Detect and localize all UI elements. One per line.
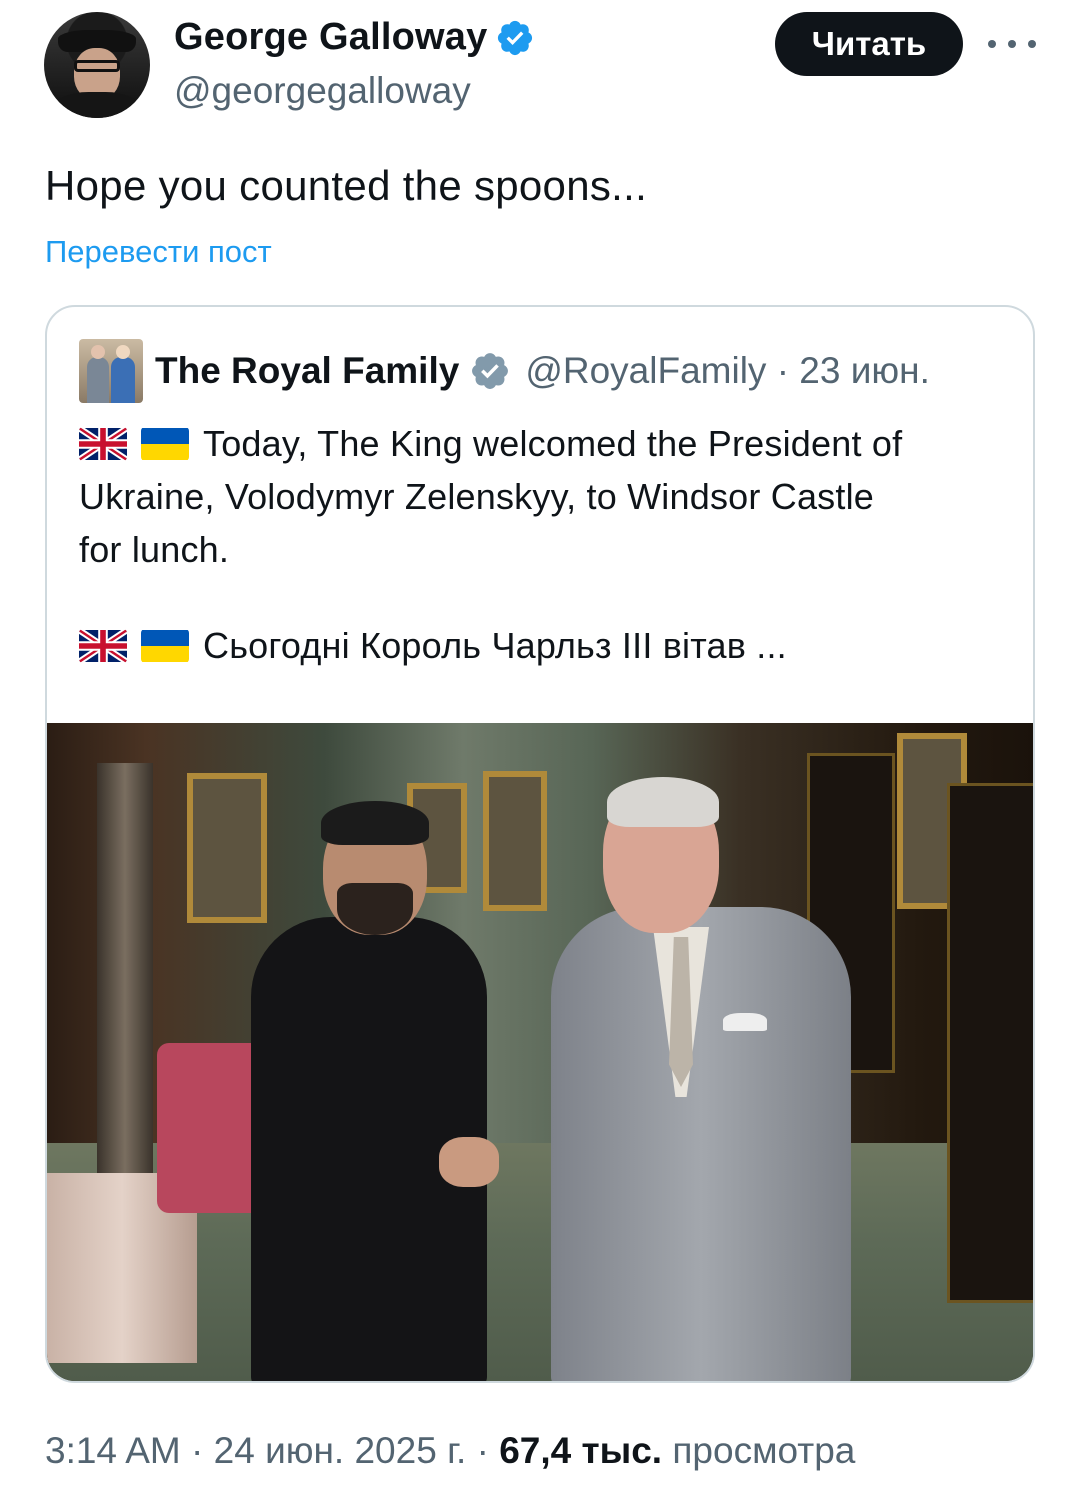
quoted-line-3: for lunch. <box>79 529 230 570</box>
uk-flag-icon <box>79 629 127 663</box>
avatar-figure <box>111 357 135 403</box>
photo-cabinet <box>947 783 1033 1303</box>
quoted-header: The Royal Family @RoyalFamily · 23 июн. <box>79 339 930 403</box>
quoted-photo[interactable] <box>47 723 1033 1381</box>
quoted-line-1: Today, The King welcomed the President o… <box>203 423 903 464</box>
uk-flag-icon <box>79 427 127 461</box>
quoted-handle-date[interactable]: @RoyalFamily · 23 июн. <box>525 350 930 392</box>
quoted-avatar[interactable] <box>79 339 143 403</box>
author-avatar[interactable] <box>44 12 150 118</box>
follow-button[interactable]: Читать <box>775 12 963 76</box>
verified-badge-icon <box>498 20 533 55</box>
quoted-post[interactable]: The Royal Family @RoyalFamily · 23 июн. … <box>45 305 1035 1383</box>
quoted-line: Today, The King welcomed the President o… <box>79 417 999 470</box>
photo-person-left-hair <box>321 801 429 845</box>
ukraine-flag-icon <box>141 428 189 460</box>
post-text: Hope you counted the spoons... <box>45 162 648 209</box>
quoted-line-2: Ukraine, Volodymyr Zelenskyy, to Windsor… <box>79 476 875 517</box>
photo-pocket-square <box>723 1013 767 1031</box>
avatar-head <box>91 345 105 359</box>
dot <box>1008 40 1016 48</box>
tweet-header: George Galloway @georgegalloway Читать <box>44 12 1036 122</box>
avatar-figure <box>87 357 109 403</box>
government-badge-icon <box>472 353 509 389</box>
avatar-coat <box>54 92 140 118</box>
post-meta: 3:14 AM · 24 июн. 2025 г. · 67,4 тыс. пр… <box>45 1430 855 1472</box>
quoted-line-4: Сьогодні Король Чарльз III вітав ... <box>203 625 787 666</box>
author-name[interactable]: George Galloway <box>174 16 487 59</box>
avatar-glasses <box>74 60 120 72</box>
dot <box>988 40 996 48</box>
photo-painting <box>187 773 267 923</box>
quoted-author-name[interactable]: The Royal Family <box>155 350 459 392</box>
author-name-row: George Galloway <box>174 16 535 59</box>
views-label: просмотра <box>662 1430 856 1471</box>
avatar-head <box>116 345 130 359</box>
ukraine-flag-icon <box>141 630 189 662</box>
quoted-ukrainian-line: Сьогодні Король Чарльз III вітав ... <box>79 625 787 667</box>
author-handle[interactable]: @georgegalloway <box>174 70 471 112</box>
views-count: 67,4 тыс. <box>499 1430 663 1471</box>
dot <box>1028 40 1036 48</box>
post-timestamp[interactable]: 3:14 AM · 24 июн. 2025 г. · <box>45 1430 499 1471</box>
translate-post-link[interactable]: Перевести пост <box>45 234 272 270</box>
photo-person-right-hair <box>607 777 719 827</box>
photo-handshake <box>439 1137 499 1187</box>
photo-candelabra <box>97 763 153 1193</box>
photo-painting <box>483 771 547 911</box>
quoted-text: Today, The King welcomed the President o… <box>79 417 999 576</box>
photo-person-left-beard <box>337 883 413 935</box>
more-options-icon[interactable] <box>988 24 1036 64</box>
